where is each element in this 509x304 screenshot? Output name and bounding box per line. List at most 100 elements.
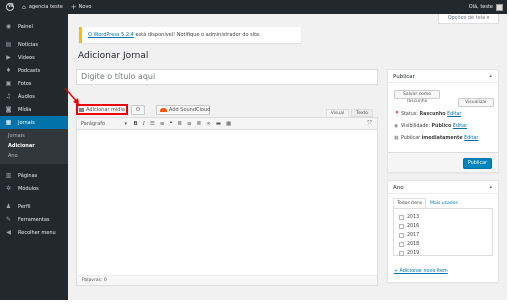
eye-icon: ◉ [394, 124, 399, 129]
new-content-menu[interactable]: + Novo [67, 0, 96, 14]
collapse-arrow-icon[interactable]: ▴ [489, 73, 492, 79]
collapse-icon: ◀ [6, 229, 11, 236]
sidebar-item-label: Áudios [18, 93, 35, 100]
add-new-item-link[interactable]: + Adicionar novo item [394, 269, 448, 274]
newspaper-icon: ▦ [5, 119, 12, 126]
align-right-button[interactable]: ≣ [197, 121, 202, 127]
admin-bar: ⌂ agencia teste + Novo Olá, teste [0, 0, 507, 14]
format-select[interactable]: Parágrafo ▾ [81, 121, 127, 127]
checkbox[interactable] [399, 242, 404, 247]
bullet-list-button[interactable]: ☰ [150, 121, 155, 127]
checkbox[interactable] [399, 224, 404, 229]
list-item[interactable]: 2018 [399, 240, 487, 249]
add-media-label: Adicionar mídia [86, 106, 125, 113]
submenu-item-ano[interactable]: Ano [0, 151, 68, 161]
audio-icon: ♫ [5, 93, 12, 100]
sidebar-item-modulos[interactable]: ✲ Módulos [0, 182, 68, 195]
sidebar-item-recolher[interactable]: ◀ Recolher menu [0, 226, 68, 239]
sidebar-item-label: Recolher menu [18, 229, 56, 236]
status-label: Status: [401, 112, 420, 117]
checkbox[interactable] [399, 215, 404, 220]
gear-button[interactable]: ⚙ [131, 105, 145, 115]
preview-button[interactable]: Visualizar [458, 98, 494, 107]
screen-options-button[interactable]: Opções de tela ▾ [438, 14, 499, 24]
blockquote-button[interactable]: ❝ [169, 121, 172, 127]
sidebar-item-midia[interactable]: ◙ Mídia [0, 103, 68, 116]
toolbar-toggle-button[interactable]: ▦ [226, 121, 231, 127]
year-label: 2013 [407, 215, 420, 220]
sidebar-item-videos[interactable]: ▶ Vídeos [0, 51, 68, 64]
content-editor: Visual Texto Parágrafo ▾ B I ☰ ≡ ❝ ≣ ≡ ≣… [76, 109, 378, 286]
italic-button[interactable]: I [143, 121, 145, 127]
site-name: agencia teste [28, 4, 63, 10]
site-name-link[interactable]: ⌂ agencia teste [18, 0, 67, 14]
visibility-edit-link[interactable]: Editar [453, 124, 467, 129]
schedule-row: ▦ Publicar imediatamente Editar [394, 136, 478, 141]
plus-icon: + [70, 3, 77, 11]
tab-text[interactable]: Texto [351, 109, 373, 117]
numbered-list-button[interactable]: ≡ [160, 121, 165, 127]
ano-box-header[interactable]: Ano ▴ [388, 181, 498, 194]
more-tag-button[interactable]: ▬ [216, 121, 221, 127]
list-item[interactable]: 2013 [399, 213, 487, 222]
save-draft-button[interactable]: Salvar como rascunho [394, 90, 440, 104]
schedule-label: Publicar [401, 136, 422, 141]
fullscreen-icon[interactable]: ⤧ [367, 120, 372, 128]
user-account-menu[interactable]: Olá, teste [465, 0, 507, 14]
calendar-icon: ▦ [394, 136, 399, 141]
checkbox[interactable] [399, 251, 404, 256]
year-label: 2016 [407, 224, 420, 229]
wordpress-logo-icon [6, 3, 14, 11]
list-item[interactable]: 2017 [399, 231, 487, 240]
ano-checklist: 2013 2016 2017 2018 2019 [393, 208, 493, 256]
sidebar-item-paginas[interactable]: ▥ Páginas [0, 169, 68, 182]
publish-box-header[interactable]: Publicar ▴ [388, 70, 498, 83]
sidebar-item-ferramentas[interactable]: ✎ Ferramentas [0, 213, 68, 226]
editor-text-area[interactable] [77, 130, 377, 275]
tab-visual[interactable]: Visual [325, 109, 350, 117]
sidebar-item-painel[interactable]: ◉ Painel [0, 20, 68, 33]
podcast-icon: ♦ [5, 67, 12, 74]
sidebar-item-noticias[interactable]: ▤ Notícias [0, 38, 68, 51]
list-item[interactable]: 2016 [399, 222, 487, 231]
collapse-arrow-icon[interactable]: ▴ [489, 184, 492, 190]
sidebar-item-podcasts[interactable]: ♦ Podcasts [0, 64, 68, 77]
checkbox[interactable] [399, 233, 404, 238]
schedule-edit-link[interactable]: Editar [464, 136, 478, 141]
status-edit-link[interactable]: Editar [447, 112, 461, 117]
list-item[interactable]: 2019 [399, 249, 487, 258]
pages-icon: ▥ [5, 172, 12, 179]
submenu-item-jornais[interactable]: Jornais [0, 131, 68, 141]
visibility-label: Visibilidade: [401, 124, 432, 129]
wp-logo-menu[interactable] [0, 0, 18, 14]
title-input[interactable]: Digite o título aqui [76, 69, 378, 85]
word-count: Palavras: 0 [77, 275, 377, 285]
news-icon: ▤ [5, 41, 12, 48]
align-center-button[interactable]: ≡ [187, 121, 192, 127]
align-left-button[interactable]: ≣ [177, 121, 182, 127]
chevron-down-icon: ▾ [124, 120, 127, 127]
visibility-row: ◉ Visibilidade: Público Editar [394, 124, 467, 129]
sidebar-item-label: Ferramentas [18, 216, 50, 223]
add-media-button[interactable]: Adicionar mídia [76, 104, 128, 115]
submenu-item-adicionar[interactable]: Adicionar [0, 141, 68, 151]
year-label: 2019 [407, 251, 420, 256]
bold-button[interactable]: B [134, 121, 138, 127]
new-label: Novo [78, 4, 92, 10]
status-row: 📍Status: Rascunho Editar [394, 112, 461, 117]
avatar [496, 3, 503, 11]
publish-box-title: Publicar [393, 74, 415, 80]
editor-toolbar: Parágrafo ▾ B I ☰ ≡ ❝ ≣ ≡ ≣ ∞ ▬ ▦ ⤧ [77, 118, 377, 130]
sidebar-item-fotos[interactable]: ▣ Fotos [0, 77, 68, 90]
add-soundcloud-button[interactable]: Add SoundCloud [156, 105, 210, 115]
sidebar-item-perfil[interactable]: ♟ Perfil [0, 200, 68, 213]
update-link[interactable]: O WordPress 5.2.4 [88, 32, 134, 38]
sidebar-item-label: Fotos [18, 80, 32, 87]
publish-button[interactable]: Publicar [463, 158, 492, 169]
link-button[interactable]: ∞ [206, 121, 211, 127]
user-greeting: Olá, teste [468, 4, 493, 10]
sidebar-item-audios[interactable]: ♫ Áudios [0, 90, 68, 103]
sidebar-item-jornais[interactable]: ▦ Jornais [0, 116, 68, 129]
format-value: Parágrafo [81, 120, 106, 127]
sidebar-item-label: Podcasts [18, 67, 41, 74]
